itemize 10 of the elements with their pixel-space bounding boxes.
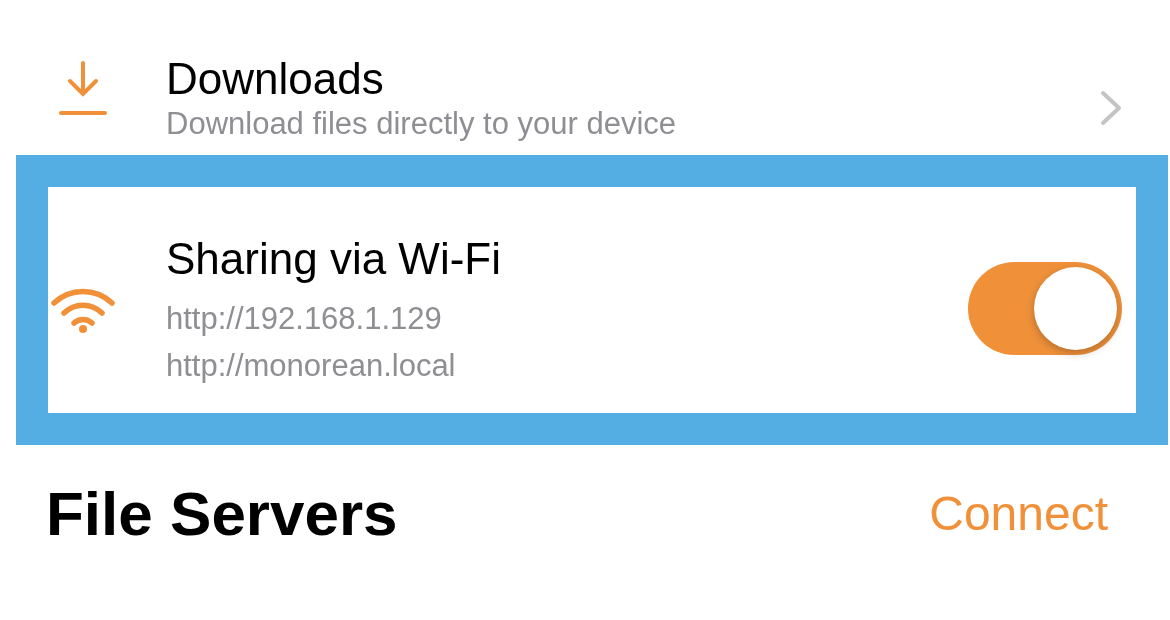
section-heading: File Servers — [46, 479, 398, 549]
row-title: Downloads — [166, 53, 385, 105]
chevron-right-icon — [1100, 90, 1122, 126]
address-text: http://192.168.1.129 — [166, 300, 443, 338]
list-row[interactable]: Downloads Download files directly to your device — [0, 0, 1170, 155]
download-icon — [58, 60, 108, 116]
row-subtitle: Download files directly to your device — [166, 105, 677, 142]
address-text: http://monorean.local — [166, 347, 457, 385]
wifi-icon — [50, 287, 116, 333]
row-title: Sharing via Wi-Fi — [166, 233, 501, 285]
